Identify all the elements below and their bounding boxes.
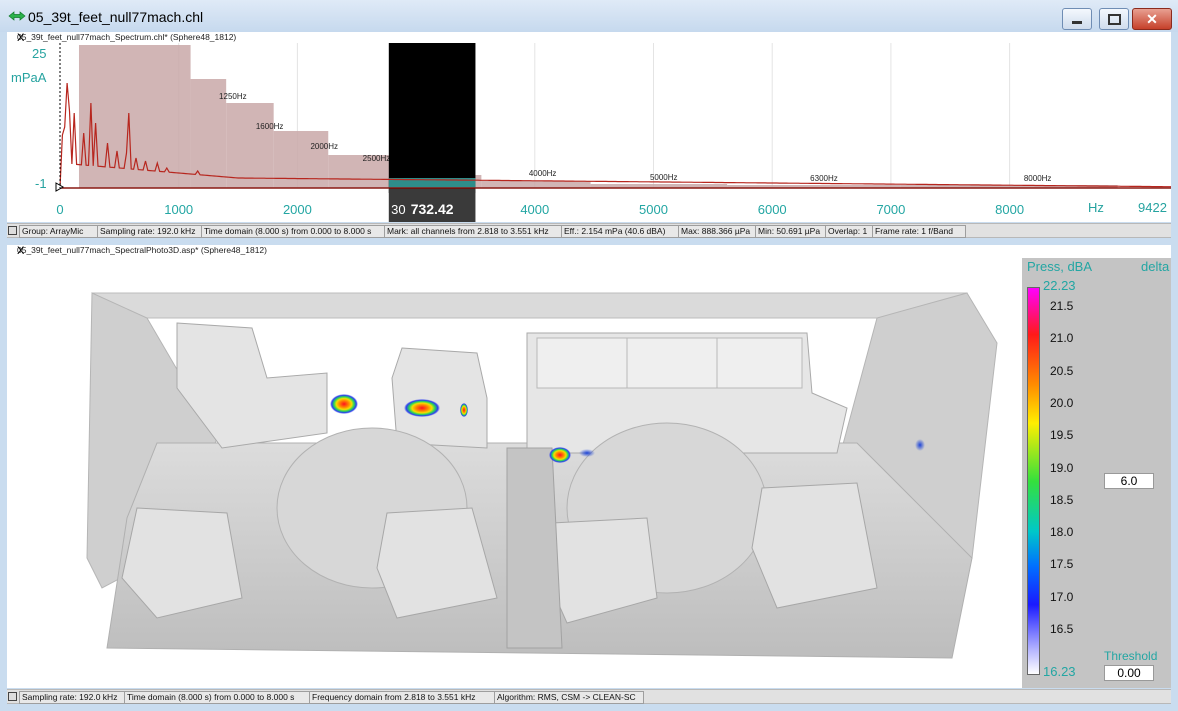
legend-tick-label: 19.0	[1050, 460, 1074, 475]
status-sampling-rate: Sampling rate: 192.0 kHz	[97, 225, 205, 238]
legend-tick-label: 17.5	[1050, 557, 1074, 572]
legend-tick-label: 16.5	[1050, 622, 1074, 636]
legend-max-value: 22.23	[1043, 278, 1076, 293]
x-tick-label: 0	[56, 202, 63, 217]
status-mark: Mark: all channels from 2.818 to 3.551 k…	[384, 225, 564, 238]
band-bar	[273, 131, 329, 188]
hotspot	[915, 439, 925, 451]
threshold-label: Threshold	[1104, 649, 1158, 663]
spectrum-statusbar: Group: ArrayMic Sampling rate: 192.0 kHz…	[7, 223, 1171, 238]
minimize-icon	[1072, 20, 1082, 24]
x-tick-label: 8000	[995, 202, 1024, 217]
status-min: Min: 50.691 µPa	[755, 225, 829, 238]
status-time-domain: Time domain (8.000 s) from 0.000 to 8.00…	[201, 225, 387, 238]
maximize-icon	[1107, 13, 1121, 25]
close-icon: ✕	[1146, 10, 1158, 27]
band-label: 8000Hz	[1024, 174, 1052, 183]
spectrum-panel-header: 05_39t_feet_null77mach_Spectrum.chl* (Sp…	[7, 32, 1171, 44]
photo-panel-header: 05_39t_feet_null77mach_SpectralPhoto3D.a…	[7, 245, 1171, 258]
y-axis-bottom-tick: -1	[35, 176, 47, 191]
color-scale-bar	[1027, 287, 1040, 675]
lock-icon[interactable]	[8, 226, 17, 235]
legend-tick-label: 19.5	[1050, 428, 1074, 443]
window-title: 05_39t_feet_null77mach.chl	[28, 9, 204, 25]
band-label: 5000Hz	[650, 173, 678, 182]
x-tick-label: 1000	[164, 202, 193, 217]
legend-tick-label: 20.0	[1050, 395, 1074, 410]
legend-delta-label: delta	[1141, 259, 1170, 274]
band-bar	[226, 103, 274, 188]
status-max: Max: 888.366 µPa	[678, 225, 758, 238]
threshold-input[interactable]: 0.00	[1104, 665, 1154, 681]
hotspot	[579, 449, 595, 457]
spectrum-chart[interactable]: 1250Hz1600Hz2000Hz2500Hz3150Hz4000Hz5000…	[7, 43, 1171, 222]
x-tick-label: 5000	[639, 202, 668, 217]
y-axis-top-tick: 25	[32, 46, 47, 61]
x-axis-max: 9422	[1138, 200, 1167, 215]
hotspot	[460, 403, 468, 417]
status-group: Group: ArrayMic	[19, 225, 101, 238]
status-sampling-rate: Sampling rate: 192.0 kHz	[19, 691, 127, 704]
legend-tick-label: 18.5	[1050, 492, 1074, 507]
room-scan-render[interactable]	[7, 258, 1022, 688]
legend-tick-label: 18.0	[1050, 525, 1074, 540]
legend-tick-label: 20.5	[1050, 363, 1074, 378]
hotspot	[404, 399, 440, 417]
x-tick-label: 6000	[758, 202, 787, 217]
x-axis-unit: Hz	[1088, 200, 1104, 215]
status-frequency-domain: Frequency domain from 2.818 to 3.551 kHz	[309, 691, 497, 704]
cursor-selection	[388, 43, 476, 193]
photo-panel-close-button[interactable]: X	[17, 245, 1169, 257]
window-titlebar[interactable]: 05_39t_feet_null77mach.chl ✕	[0, 0, 1178, 32]
spectral-photo-3d-view[interactable]: Press, dBA delta 22.23 21.5 21.0 20.5 20.0 1…	[7, 258, 1171, 688]
legend-tick-label: 21.5	[1050, 299, 1074, 313]
band-label: 4000Hz	[529, 169, 557, 178]
maximize-button[interactable]	[1099, 8, 1129, 30]
x-tick-label: 4000	[520, 202, 549, 217]
photo-statusbar: Sampling rate: 192.0 kHz Time domain (8.…	[7, 689, 1171, 704]
band-bar	[481, 181, 591, 188]
spectrum-plot[interactable]: 1250Hz1600Hz2000Hz2500Hz3150Hz4000Hz5000…	[7, 43, 1171, 222]
app-icon	[8, 11, 26, 21]
band-label: 2500Hz	[363, 154, 391, 163]
band-label: 1600Hz	[256, 122, 284, 131]
y-axis-unit: mPaA	[11, 70, 47, 85]
lock-icon[interactable]	[8, 692, 17, 701]
band-label: 6300Hz	[810, 174, 838, 183]
hotspot	[330, 394, 358, 414]
delta-input[interactable]: 6.0	[1104, 473, 1154, 489]
status-time-domain: Time domain (8.000 s) from 0.000 to 8.00…	[124, 691, 312, 704]
x-tick-label: 7000	[876, 202, 905, 217]
close-button[interactable]: ✕	[1132, 8, 1172, 30]
status-eff: Eff.: 2.154 mPa (40.6 dBA)	[561, 225, 681, 238]
status-algorithm: Algorithm: RMS, CSM -> CLEAN-SC	[494, 691, 644, 704]
status-overlap: Overlap: 1	[825, 225, 875, 238]
legend-min-value: 16.23	[1043, 664, 1076, 679]
legend-tick-label: 21.0	[1050, 331, 1074, 346]
cursor-axis-under: 30	[391, 202, 405, 217]
band-label: 1250Hz	[219, 92, 247, 101]
x-tick-label: 2000	[283, 202, 312, 217]
cursor-value: 732.42	[411, 201, 454, 217]
hotspot	[549, 447, 571, 463]
legend-title: Press, dBA	[1027, 259, 1093, 274]
status-frame-rate: Frame rate: 1 f/Band	[872, 225, 966, 238]
legend-tick-label: 17.0	[1050, 589, 1074, 604]
minimize-button[interactable]	[1062, 8, 1092, 30]
color-legend: Press, dBA delta 22.23 21.5 21.0 20.5 20.0 1…	[1022, 258, 1171, 688]
band-label: 2000Hz	[310, 142, 338, 151]
